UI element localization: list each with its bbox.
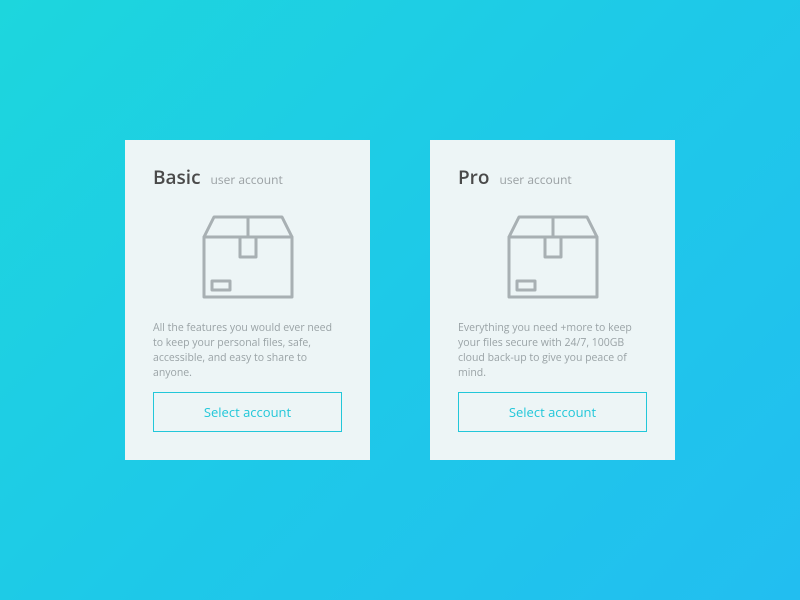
select-account-button[interactable]: Select account: [153, 392, 342, 432]
plan-card-header: Basic user account: [153, 164, 342, 190]
plan-description: All the features you would ever need to …: [153, 321, 342, 374]
package-box-icon: [198, 211, 298, 301]
plan-card-header: Pro user account: [458, 164, 647, 190]
plan-title: Basic: [153, 164, 201, 190]
plan-subtitle: user account: [211, 171, 283, 188]
plan-card-basic: Basic user account All the features you …: [125, 140, 370, 460]
plan-subtitle: user account: [499, 171, 571, 188]
plan-title: Pro: [458, 164, 489, 190]
plan-card-pro: Pro user account Everything you need +mo…: [430, 140, 675, 460]
plan-icon-wrap: [153, 204, 342, 309]
select-account-button[interactable]: Select account: [458, 392, 647, 432]
plan-icon-wrap: [458, 204, 647, 309]
plan-description: Everything you need +more to keep your f…: [458, 321, 647, 374]
package-box-icon: [503, 211, 603, 301]
